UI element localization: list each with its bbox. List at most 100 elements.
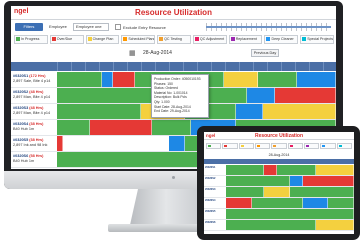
- schedule-bar[interactable]: [112, 72, 136, 87]
- tablet-legend-filter[interactable]: [206, 143, 222, 149]
- tablet-schedule-bar[interactable]: [264, 187, 290, 197]
- resource-description: 2,897 Man, Bite 4 p14: [13, 110, 51, 115]
- tablet-schedule-bar[interactable]: [226, 209, 354, 219]
- tablet-legend-filter[interactable]: [254, 143, 271, 149]
- resource-hours: (48 Hrs): [28, 106, 44, 110]
- tablet-schedule-bar[interactable]: [226, 187, 265, 197]
- tablet-schedule-bar[interactable]: [226, 198, 252, 208]
- tablet-row-label: #0320S4: [205, 199, 216, 202]
- legend-swatch: [16, 36, 20, 41]
- tablet-legend-filter[interactable]: [222, 143, 238, 149]
- schedule-bar[interactable]: [263, 104, 336, 119]
- legend-filter[interactable]: Scheduled Planned/Started: [121, 35, 156, 44]
- legend-label: Over/Due: [56, 37, 73, 41]
- legend-swatch: [159, 36, 164, 41]
- tablet-date: 28-Aug-2014: [268, 153, 290, 157]
- legend-filter[interactable]: QC Testing: [157, 35, 191, 44]
- tablet-row[interactable]: #0320S6: [204, 220, 354, 231]
- tablet-schedule-bar[interactable]: [226, 165, 265, 175]
- tablet-row-label: #0320S6: [205, 221, 216, 224]
- schedule-bar[interactable]: [168, 136, 186, 151]
- exclude-resource-checkbox[interactable]: Exclude Entry Resource: [115, 24, 166, 30]
- filter-button[interactable]: Filters: [15, 23, 43, 31]
- schedule-bar[interactable]: [57, 104, 141, 119]
- schedule-bar[interactable]: [90, 120, 152, 135]
- schedule-bar[interactable]: [57, 72, 102, 87]
- tablet-legend-filter[interactable]: [336, 143, 352, 149]
- schedule-bar[interactable]: [57, 120, 91, 135]
- legend-swatch: [51, 36, 56, 41]
- schedule-bar[interactable]: [101, 72, 113, 87]
- schedule-bar[interactable]: [151, 120, 191, 135]
- tablet-legend-filter[interactable]: [287, 143, 303, 149]
- resource-hours: (38 Hrs): [28, 122, 44, 126]
- tablet-schedule-bar[interactable]: [226, 176, 290, 186]
- schedule-bar[interactable]: [246, 88, 275, 103]
- schedule-bar[interactable]: [57, 136, 63, 151]
- resource-id: #0320S1: [13, 74, 29, 78]
- tablet-schedule-bar[interactable]: [328, 198, 354, 208]
- tablet-legend-filter[interactable]: [238, 143, 254, 149]
- legend-label: Special Projects: [307, 37, 334, 41]
- previous-day-button[interactable]: Previous Day: [251, 49, 279, 57]
- schedule-bar[interactable]: [235, 104, 264, 119]
- grid-header: [11, 62, 336, 71]
- legend-filter[interactable]: Deep Cleaner: [264, 35, 299, 44]
- row-label: #0320S3 (48 Hrs) 2,897 Man, Bite 4 p14: [13, 106, 57, 115]
- tablet-schedule-bar[interactable]: [315, 220, 354, 230]
- tablet-device: ngel Resource Utilization 28-Aug-2014 #0…: [197, 126, 360, 240]
- schedule-bar[interactable]: [224, 72, 258, 87]
- toolbar: Filters Employee Employee one Exclude En…: [11, 21, 336, 33]
- resource-id: #0320S6: [13, 154, 29, 158]
- resource-id: #0320S3: [13, 106, 29, 110]
- legend-filter[interactable]: Replacement: [228, 35, 263, 44]
- tablet-schedule-bar[interactable]: [226, 220, 316, 230]
- tablet-legend-filter[interactable]: [271, 143, 287, 149]
- resource-description: 2,897 Ink and 98 Ink: [13, 142, 48, 147]
- tablet-schedule-bar[interactable]: [302, 198, 329, 208]
- tablet-legend-filter[interactable]: [320, 143, 336, 149]
- tablet-schedule-bar[interactable]: [251, 198, 303, 208]
- row-label: #0320S1 (172 Hrs) 2,897 Sale, Bite 4 p14: [13, 74, 57, 83]
- resource-hours: (48 Hrs): [28, 90, 44, 94]
- row-label: #0320S6 (58 Hrs) B40 Hub 1m: [13, 154, 57, 163]
- legend-filter[interactable]: In Progress: [14, 35, 48, 44]
- row-label: #0320S2 (48 Hrs) 2,897 Man, Bite 4 p14: [13, 90, 57, 99]
- legend-label: Deep Cleaner: [271, 37, 294, 41]
- tablet-schedule-bar[interactable]: [315, 165, 354, 175]
- legend-filter[interactable]: QC Adjustment: [192, 35, 227, 44]
- tablet-schedule-bar[interactable]: [277, 165, 316, 175]
- calendar-icon[interactable]: ▦: [129, 49, 136, 57]
- tablet-schedule-bar[interactable]: [290, 176, 303, 186]
- tablet-schedule-bar[interactable]: [264, 165, 278, 175]
- tablet-title: Resource Utilization: [254, 133, 304, 139]
- legend-swatch: [123, 36, 128, 41]
- resource-id: #0320S4: [13, 122, 29, 126]
- schedule-bar[interactable]: [274, 88, 336, 103]
- employee-label: Employee: [49, 24, 67, 29]
- employee-select[interactable]: Employee one: [73, 23, 109, 31]
- tablet-row[interactable]: #0320S3: [204, 187, 354, 198]
- timeline-slider[interactable]: [206, 23, 331, 31]
- tablet-row[interactable]: #0320S2: [204, 176, 354, 187]
- resource-id: #0320S5: [13, 138, 29, 142]
- legend-label: Change Plan: [92, 37, 114, 41]
- legend-filter[interactable]: Change Plan: [85, 35, 120, 44]
- tablet-row[interactable]: #0320S1: [204, 165, 354, 176]
- tablet-row-label: #0320S3: [205, 188, 216, 191]
- legend-label: QC Adjustment: [199, 37, 225, 41]
- legend-filter[interactable]: Special Projects: [300, 35, 335, 44]
- tablet-legend: [206, 143, 352, 150]
- tablet-schedule-bar[interactable]: [302, 176, 354, 186]
- legend-swatch: [266, 36, 271, 41]
- schedule-bar[interactable]: [257, 72, 297, 87]
- schedule-bar[interactable]: [296, 72, 336, 87]
- tablet-row[interactable]: #0320S5: [204, 209, 354, 220]
- legend-filter[interactable]: Over/Due: [49, 35, 84, 44]
- tablet-legend-filter[interactable]: [303, 143, 320, 149]
- tablet-schedule-bar[interactable]: [290, 187, 354, 197]
- legend-label: Replacement: [235, 37, 257, 41]
- legend-swatch: [302, 36, 307, 41]
- legend-label: In Progress: [21, 37, 40, 41]
- tablet-row[interactable]: #0320S4: [204, 198, 354, 209]
